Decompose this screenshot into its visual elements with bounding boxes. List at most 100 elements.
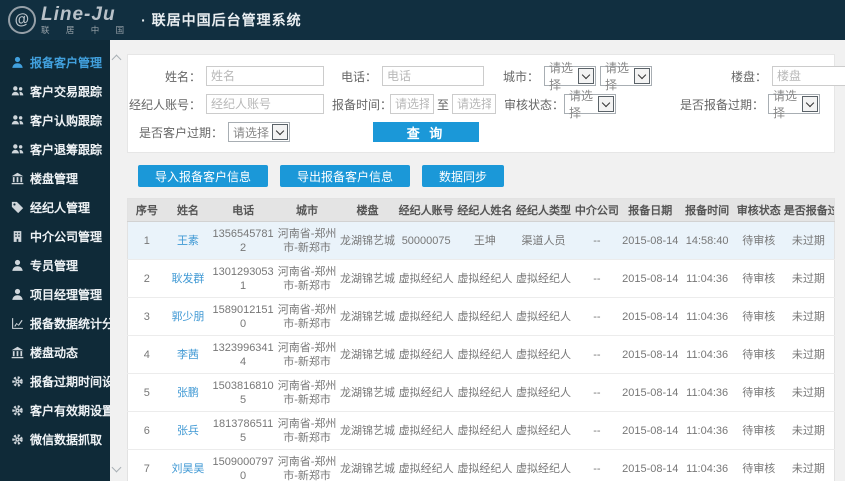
customer-name-link[interactable]: 王素: [177, 235, 199, 247]
office-icon: [11, 230, 24, 243]
column-header: 经纪人类型: [514, 198, 573, 222]
scroll-down-icon[interactable]: [111, 462, 122, 473]
cell: 河南省-郑州市-新郑市: [275, 297, 339, 336]
phone-input[interactable]: [382, 66, 484, 86]
cell: 11:04:36: [679, 373, 735, 412]
report-time-from-input[interactable]: [390, 94, 434, 114]
customer-name-link[interactable]: 刘昊昊: [171, 463, 204, 475]
cell: 虚拟经纪人: [455, 259, 515, 298]
sidebar-scrollbar[interactable]: [110, 40, 123, 481]
column-header: 中介公司: [572, 198, 621, 222]
users-icon: [11, 143, 24, 156]
customer-name-link[interactable]: 李茜: [177, 349, 199, 361]
report-expired-select[interactable]: 请选择: [768, 89, 820, 120]
customer-name-link[interactable]: 耿发群: [171, 273, 204, 285]
scroll-up-icon[interactable]: [111, 54, 122, 65]
phone-label: 电话：: [340, 69, 377, 84]
search-button[interactable]: 查 询: [373, 122, 479, 142]
city-label: 城市：: [502, 69, 539, 84]
import-customers-button[interactable]: 导入报备客户信息: [138, 165, 269, 187]
sidebar-item-7[interactable]: 专员管理: [0, 251, 110, 280]
table-row: 4 李茜 13239963414 河南省-郑州市-新郑市 龙湖锦艺城 虚拟经纪人 虚拟经纪人…: [127, 335, 835, 374]
sidebar-item-9[interactable]: 报备数据统计分析: [0, 309, 126, 338]
building-input[interactable]: [772, 66, 845, 86]
customer-name-cell: 王素: [165, 221, 211, 260]
cell: 虚拟经纪人: [514, 335, 573, 374]
building-icon: [11, 172, 24, 185]
sidebar-item-1[interactable]: 客户交易跟踪: [0, 77, 110, 106]
customer-name-cell: 刘昊昊: [165, 449, 211, 481]
table-row: 5 张鹏 15038168105 河南省-郑州市-新郑市 龙湖锦艺城 虚拟经纪人 虚拟经纪人…: [127, 373, 835, 412]
cell: 未过期: [782, 373, 835, 412]
customer-name-link[interactable]: 张兵: [177, 425, 199, 437]
sidebar-item-label: 客户认购跟踪: [30, 114, 103, 128]
gear-icon: [11, 433, 24, 446]
building-icon: [11, 346, 24, 359]
cell: 虚拟经纪人: [396, 411, 456, 450]
sidebar-item-13[interactable]: 微信数据抓取: [0, 425, 110, 454]
sidebar-item-label: 经纪人管理: [30, 201, 91, 215]
export-customers-button[interactable]: 导出报备客户信息: [280, 165, 411, 187]
cell: 虚拟经纪人: [514, 259, 573, 298]
sidebar-item-12[interactable]: 客户有效期设置: [0, 396, 114, 425]
city-select[interactable]: 请选择: [544, 61, 596, 92]
cell: 未过期: [782, 221, 835, 260]
cell: 待审核: [734, 335, 783, 374]
cell: 待审核: [734, 221, 783, 260]
sidebar-item-10[interactable]: 楼盘动态: [0, 338, 110, 367]
cell: 未过期: [782, 297, 835, 336]
cell: 河南省-郑州市-新郑市: [275, 259, 339, 298]
cell: 龙湖锦艺城: [338, 411, 397, 450]
cell: 河南省-郑州市-新郑市: [275, 335, 339, 374]
cell: 2015-08-14: [620, 449, 680, 481]
agent-account-input[interactable]: [206, 94, 324, 114]
cell: 龙湖锦艺城: [338, 373, 397, 412]
cell: 王坤: [455, 221, 515, 260]
cell: 虚拟经纪人: [514, 373, 573, 412]
cell: 11:04:36: [679, 259, 735, 298]
cell: 河南省-郑州市-新郑市: [275, 221, 339, 260]
column-header: 是否报备过期: [782, 198, 835, 222]
cell: 未过期: [782, 449, 835, 481]
column-header: 经纪人账号: [396, 198, 456, 222]
cell: 15038168105: [210, 373, 276, 412]
column-header: 报备日期: [620, 198, 680, 222]
sidebar-item-5[interactable]: 经纪人管理: [0, 193, 110, 222]
sidebar-item-8[interactable]: 项目经理管理: [0, 280, 110, 309]
cell: 渠道人员: [514, 221, 573, 260]
district-select[interactable]: 请选择: [600, 61, 652, 92]
sidebar-item-6[interactable]: 中介公司管理: [0, 222, 110, 251]
cell: 龙湖锦艺城: [338, 221, 397, 260]
cell: 4: [127, 335, 166, 374]
column-header: 序号: [127, 198, 166, 222]
sidebar-item-11[interactable]: 报备过期时间设置: [0, 367, 126, 396]
customer-name-link[interactable]: 郭少朋: [171, 311, 204, 323]
table-row: 1 王素 13565457812 河南省-郑州市-新郑市 龙湖锦艺城 50000075 王坤…: [127, 221, 835, 260]
name-input[interactable]: [206, 66, 324, 86]
to-separator: 至: [437, 97, 450, 112]
sidebar-item-3[interactable]: 客户退筹跟踪: [0, 135, 110, 164]
sidebar-item-4[interactable]: 楼盘管理: [0, 164, 110, 193]
cell: --: [572, 221, 621, 260]
sidebar-item-label: 客户有效期设置: [30, 404, 115, 418]
customer-name-cell: 张兵: [165, 411, 211, 450]
report-time-label: 报备时间：: [332, 97, 393, 112]
cell: 7: [127, 449, 166, 481]
cell: 未过期: [782, 335, 835, 374]
report-time-to-input[interactable]: [452, 94, 497, 114]
chevron-down-icon: [802, 96, 818, 112]
customer-expired-label: 是否客户过期：: [138, 125, 223, 140]
customer-name-link[interactable]: 张鹏: [177, 387, 199, 399]
audit-status-select[interactable]: 请选择: [564, 89, 616, 120]
column-header: 电话: [210, 198, 276, 222]
data-sync-button[interactable]: 数据同步: [422, 165, 505, 187]
sidebar-item-2[interactable]: 客户认购跟踪: [0, 106, 110, 135]
sidebar-item-0[interactable]: 报备客户管理: [0, 48, 110, 77]
chevron-down-icon: [578, 68, 594, 84]
cell: 虚拟经纪人: [514, 411, 573, 450]
chart-icon: [11, 317, 24, 330]
cell: 河南省-郑州市-新郑市: [275, 373, 339, 412]
table-row: 3 郭少朋 15890121510 河南省-郑州市-新郑市 龙湖锦艺城 虚拟经纪人 虚拟经纪…: [127, 297, 835, 336]
sidebar-item-label: 客户退筹跟踪: [30, 143, 103, 157]
customer-expired-select[interactable]: 请选择: [228, 122, 290, 142]
